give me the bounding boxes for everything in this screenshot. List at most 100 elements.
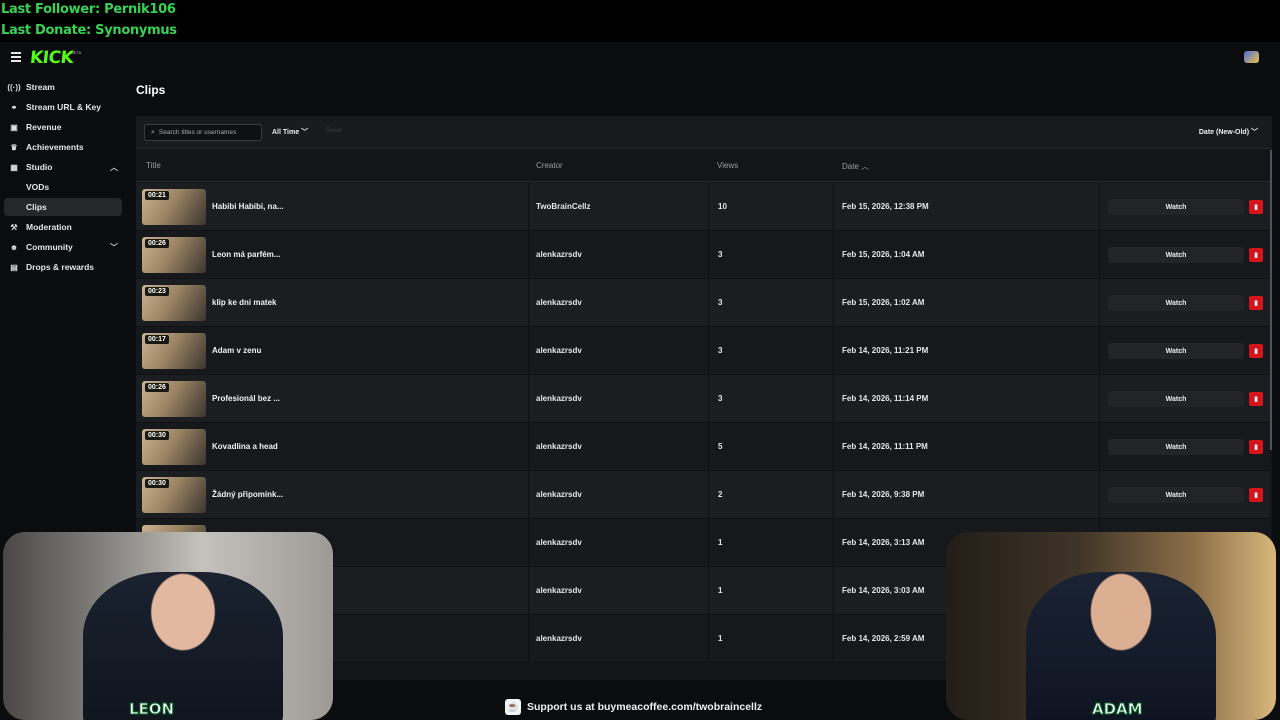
clip-title[interactable]: Habibi Habibi, na...	[212, 202, 284, 211]
table-row[interactable]: 00:26 Profesionál bez ... alenkazrsdv 3 Feb …	[136, 375, 1270, 423]
table-row[interactable]: 00:23 klip ke dni matek alenkazrsdv 3 Feb 15…	[136, 279, 1270, 327]
table-row[interactable]: 00:17 Adam v zenu alenkazrsdv 3 Feb 14, 2026…	[136, 327, 1270, 375]
clip-date: Feb 15, 2026, 12:38 PM	[842, 202, 929, 211]
clip-thumbnail[interactable]: 00:30	[142, 477, 206, 513]
table-row[interactable]: 00:30 Kovadlina a head alenkazrsdv 5 Feb 14,…	[136, 423, 1270, 471]
table-header: Title Creator Views Date ︿	[136, 150, 1272, 182]
watch-button[interactable]: Watch	[1108, 199, 1244, 215]
webcam-left: LEON	[3, 532, 333, 720]
clip-title[interactable]: Adam v zenu	[212, 346, 261, 355]
reset-button[interactable]: Reset	[326, 128, 342, 134]
clip-thumbnail[interactable]: 00:21	[142, 189, 206, 225]
column-header-title[interactable]: Title	[146, 161, 161, 170]
sidebar-item-label: Community	[26, 242, 73, 252]
column-header-creator[interactable]: Creator	[536, 161, 563, 170]
delete-button[interactable]: ▮	[1249, 392, 1263, 406]
clip-views: 3	[718, 346, 723, 355]
clip-views: 10	[718, 202, 727, 211]
clip-thumbnail[interactable]: 00:26	[142, 381, 206, 417]
hammer-icon: ⚒	[10, 222, 18, 232]
clip-title[interactable]: Kovadlina a head	[212, 442, 278, 451]
clip-thumbnail[interactable]: 00:26	[142, 237, 206, 273]
delete-button[interactable]: ▮	[1249, 488, 1263, 502]
last-donate-text: Last Donate: Synonymus	[1, 23, 177, 38]
sidebar-item-stream[interactable]: ((·)) Stream	[4, 78, 122, 96]
sidebar-item-vods[interactable]: VODs	[4, 178, 122, 196]
sort-dropdown[interactable]: Date (New-Old) ﹀	[1199, 127, 1258, 137]
sidebar-item-moderation[interactable]: ⚒ Moderation	[4, 218, 122, 236]
kick-logo[interactable]: KICK	[29, 48, 74, 68]
clip-duration: 00:17	[145, 335, 169, 344]
search-input[interactable]	[158, 129, 249, 136]
clip-title[interactable]: Žádný připomínk...	[212, 490, 283, 499]
time-range-label: All Time	[272, 129, 300, 136]
sidebar-item-clips[interactable]: Clips	[4, 198, 122, 216]
webcam-right: ADAM	[946, 532, 1276, 720]
delete-button[interactable]: ▮	[1249, 344, 1263, 358]
delete-button[interactable]: ▮	[1249, 296, 1263, 310]
sidebar-item-label: Stream	[26, 82, 55, 92]
sidebar-item-drops-rewards[interactable]: ▤ Drops & rewards	[4, 258, 122, 276]
delete-button[interactable]: ▮	[1249, 248, 1263, 262]
sidebar-item-revenue[interactable]: ▣ Revenue	[4, 118, 122, 136]
scrollbar[interactable]	[1270, 150, 1272, 450]
clip-thumbnail[interactable]: 00:17	[142, 333, 206, 369]
clip-creator[interactable]: alenkazrsdv	[536, 250, 582, 259]
delete-button[interactable]: ▮	[1249, 200, 1263, 214]
clip-date: Feb 14, 2026, 11:11 PM	[842, 442, 928, 451]
clip-date: Feb 14, 2026, 11:21 PM	[842, 346, 929, 355]
clip-creator[interactable]: alenkazrsdv	[536, 586, 582, 595]
last-follower-text: Last Follower: Pernik106	[1, 2, 176, 17]
table-row[interactable]: 00:30 Žádný připomínk... alenkazrsdv 2 Feb 1…	[136, 471, 1270, 519]
sidebar-item-community[interactable]: ☻ Community ﹀	[4, 238, 122, 256]
column-header-date[interactable]: Date ︿	[842, 161, 869, 172]
broadcast-icon: ((·))	[7, 82, 21, 92]
time-range-dropdown[interactable]: All Time ﹀	[272, 127, 308, 137]
clip-creator[interactable]: alenkazrsdv	[536, 298, 582, 307]
watch-button[interactable]: Watch	[1108, 295, 1244, 311]
clip-creator[interactable]: alenkazrsdv	[536, 346, 582, 355]
search-box[interactable]: ⌕	[144, 124, 262, 141]
clip-creator[interactable]: alenkazrsdv	[536, 442, 582, 451]
table-row[interactable]: 00:21 Habibi Habibi, na... TwoBrainCellz 10…	[136, 183, 1270, 231]
sidebar-item-label: Achievements	[26, 142, 84, 152]
clip-thumbnail[interactable]: 00:30	[142, 429, 206, 465]
menu-icon[interactable]	[11, 52, 21, 62]
clip-duration: 00:30	[145, 479, 169, 488]
webcam-left-name: LEON	[128, 700, 175, 719]
sidebar-item-studio[interactable]: ▦ Studio ︿	[4, 158, 122, 176]
watch-button[interactable]: Watch	[1108, 487, 1244, 503]
column-header-views[interactable]: Views	[717, 161, 738, 170]
clip-title[interactable]: Leon má parfém...	[212, 250, 280, 259]
sidebar-item-stream-url-key[interactable]: ⚭ Stream URL & Key	[4, 98, 122, 116]
sidebar-item-label: Revenue	[26, 122, 62, 132]
clip-duration: 00:23	[145, 287, 169, 296]
clip-creator[interactable]: alenkazrsdv	[536, 394, 582, 403]
clip-creator[interactable]: alenkazrsdv	[536, 490, 582, 499]
clip-title[interactable]: Profesionál bez ...	[212, 394, 280, 403]
sidebar-item-achievements[interactable]: ♛ Achievements	[4, 138, 122, 156]
clip-thumbnail[interactable]: 00:23	[142, 285, 206, 321]
clip-date: Feb 14, 2026, 3:13 AM	[842, 538, 925, 547]
clip-views: 3	[718, 298, 723, 307]
clip-title[interactable]: klip ke dni matek	[212, 298, 276, 307]
avatar[interactable]	[1244, 51, 1259, 63]
gift-icon: ▤	[10, 262, 18, 272]
table-row[interactable]: 00:26 Leon má parfém... alenkazrsdv 3 Feb 15…	[136, 231, 1270, 279]
watch-button[interactable]: Watch	[1108, 391, 1244, 407]
clip-creator[interactable]: alenkazrsdv	[536, 634, 582, 643]
clip-date: Feb 15, 2026, 1:02 AM	[842, 298, 925, 307]
chevron-down-icon: ﹀	[301, 129, 309, 136]
clip-views: 1	[718, 538, 723, 547]
watch-button[interactable]: Watch	[1108, 247, 1244, 263]
trash-icon: ▮	[1254, 396, 1258, 403]
column-header-date-label: Date	[842, 162, 859, 171]
clip-creator[interactable]: TwoBrainCellz	[536, 202, 591, 211]
watch-button[interactable]: Watch	[1108, 439, 1244, 455]
link-icon: ⚭	[10, 102, 18, 112]
watch-button[interactable]: Watch	[1108, 343, 1244, 359]
sidebar: ((·)) Stream ⚭ Stream URL & Key ▣ Revenu…	[0, 72, 128, 552]
clip-duration: 00:21	[145, 191, 169, 200]
clip-creator[interactable]: alenkazrsdv	[536, 538, 582, 547]
delete-button[interactable]: ▮	[1249, 440, 1263, 454]
